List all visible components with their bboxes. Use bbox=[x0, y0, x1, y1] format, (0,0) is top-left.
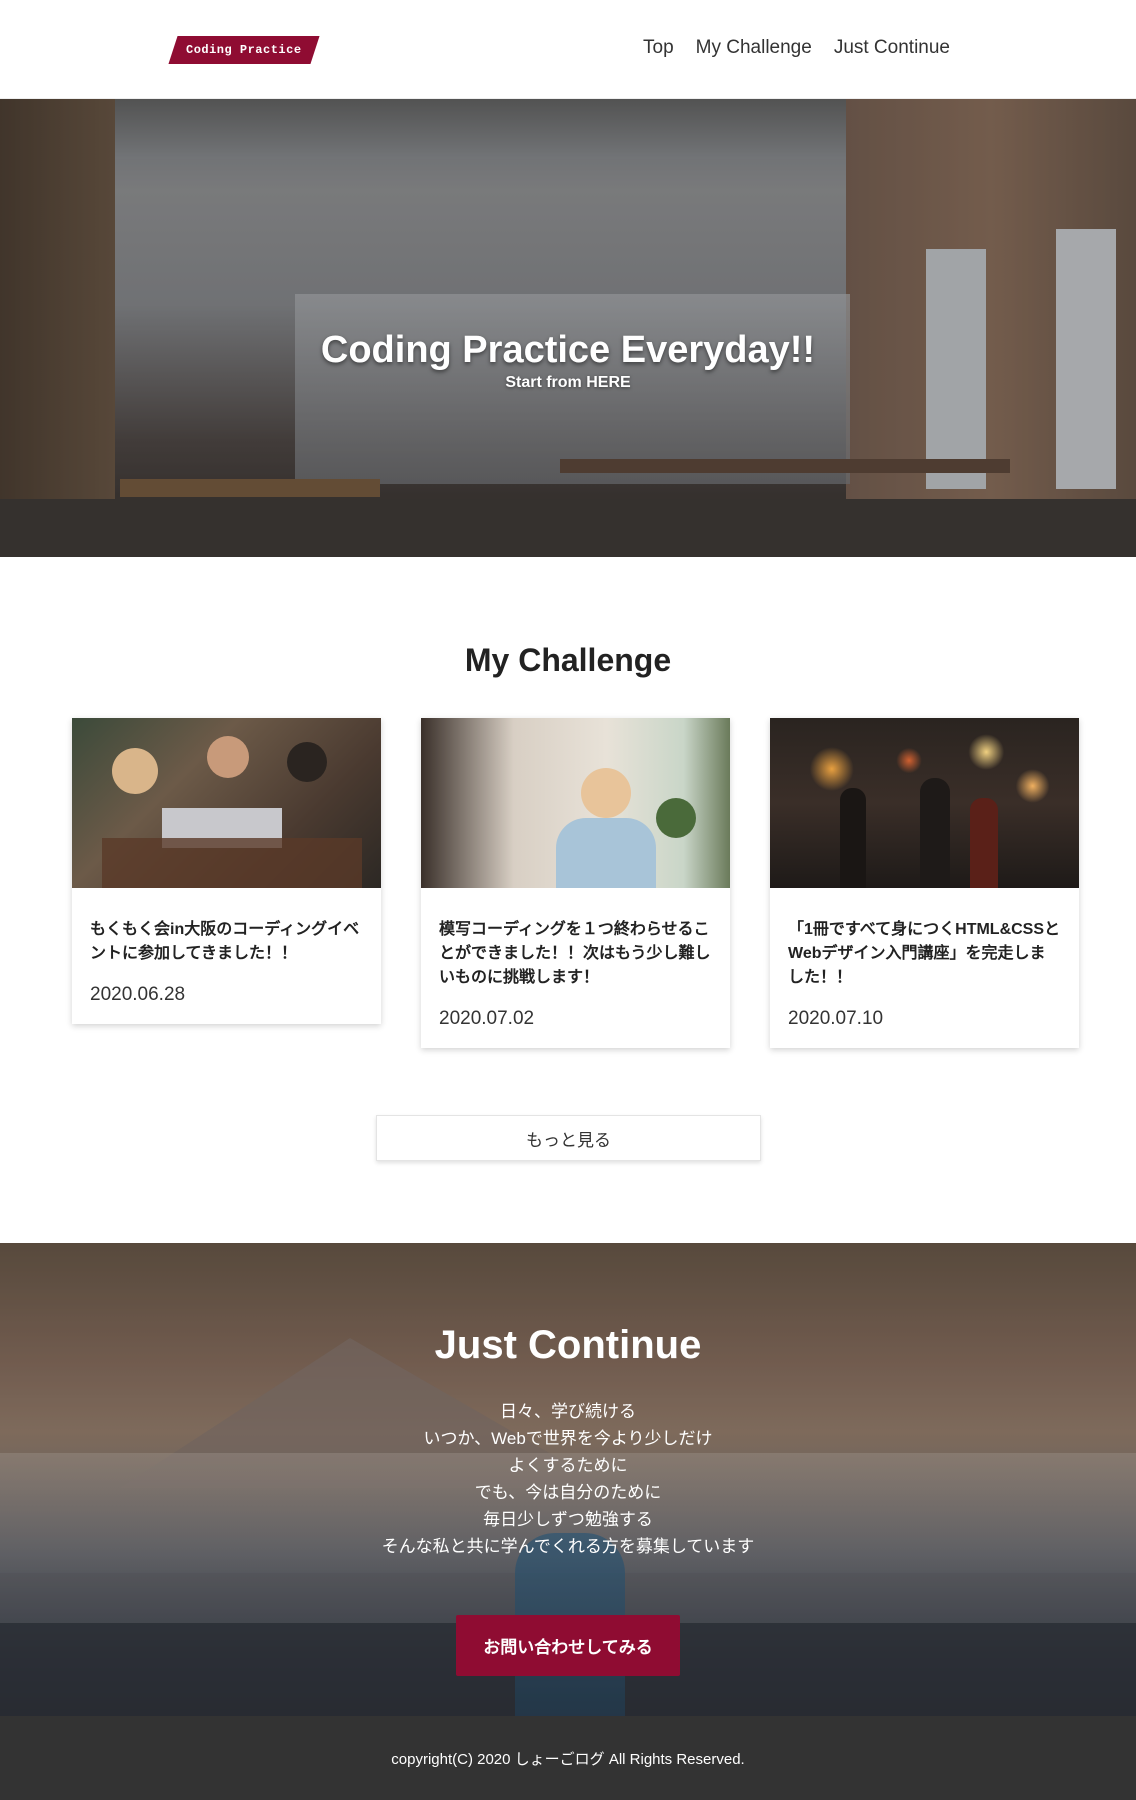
nav-top[interactable]: Top bbox=[643, 37, 674, 59]
nav-my-challenge[interactable]: My Challenge bbox=[696, 37, 812, 59]
cont-line: よくするために bbox=[508, 1456, 628, 1475]
challenge-title: My Challenge bbox=[464, 642, 672, 678]
card-image bbox=[770, 718, 1079, 888]
more-button[interactable]: もっと見る bbox=[376, 1115, 761, 1161]
card-photo-person bbox=[581, 768, 631, 818]
logo[interactable]: Coding Practice bbox=[168, 36, 320, 64]
card-photo-person bbox=[207, 736, 249, 778]
cont-line: いつか、Webで世界を今より少しだけ bbox=[423, 1429, 713, 1448]
nav-just-continue[interactable]: Just Continue bbox=[834, 37, 950, 59]
card-photo-shirt bbox=[556, 818, 656, 888]
cont-title: Just Continue bbox=[434, 1323, 702, 1367]
hero-section: Coding Practice Everyday!! Start from HE… bbox=[0, 99, 1136, 557]
card-image bbox=[72, 718, 381, 888]
card-photo-plant bbox=[656, 798, 696, 838]
copyright-text: copyright(C) 2020 しょーごログ All Rights Rese… bbox=[391, 1750, 745, 1768]
card-body: 模写コーディングを１つ終わらせることができました！！次はもう少し難しいものに挑戦… bbox=[421, 888, 730, 1048]
cont-line: 日々、学び続ける bbox=[500, 1402, 636, 1421]
hero-text: Coding Practice Everyday!! Start from HE… bbox=[0, 329, 1136, 392]
just-continue-section: Just Continue 日々、学び続ける いつか、Webで世界を今より少しだ… bbox=[0, 1243, 1136, 1716]
card-image bbox=[421, 718, 730, 888]
cont-message: 日々、学び続ける いつか、Webで世界を今より少しだけ よくするために でも、今… bbox=[0, 1398, 1136, 1560]
card-date: 2020.07.02 bbox=[439, 1008, 535, 1029]
site-footer: copyright(C) 2020 しょーごログ All Rights Rese… bbox=[0, 1716, 1136, 1800]
card-photo-silhouette bbox=[840, 788, 866, 888]
card-photo-silhouette bbox=[970, 798, 998, 888]
hero-subtitle: Start from HERE bbox=[505, 374, 631, 391]
cont-line: 毎日少しずつ勉強する bbox=[483, 1510, 653, 1529]
challenge-card[interactable]: もくもく会in大阪のコーディングイベントに参加してきました！！ 2020.06.… bbox=[72, 718, 381, 1024]
hero-overlay bbox=[0, 99, 1136, 557]
card-photo-table bbox=[102, 838, 362, 888]
card-photo-person bbox=[287, 742, 327, 782]
cont-line: そんな私と共に学んでくれる方を募集しています bbox=[381, 1537, 755, 1556]
card-date: 2020.06.28 bbox=[90, 984, 186, 1005]
card-text: 模写コーディングを１つ終わらせることができました！！次はもう少し難しいものに挑戦… bbox=[439, 921, 711, 986]
card-text: 「1冊ですべて身につくHTML&CSSとWebデザイン入門講座」を完走しました！… bbox=[788, 921, 1061, 986]
site-header: Coding Practice Top My Challenge Just Co… bbox=[0, 0, 1136, 99]
card-photo-person bbox=[112, 748, 158, 794]
card-body: もくもく会in大阪のコーディングイベントに参加してきました！！ 2020.06.… bbox=[72, 888, 381, 1024]
card-body: 「1冊ですべて身につくHTML&CSSとWebデザイン入門講座」を完走しました！… bbox=[770, 888, 1079, 1048]
challenge-card[interactable]: 模写コーディングを１つ終わらせることができました！！次はもう少し難しいものに挑戦… bbox=[421, 718, 730, 1048]
logo-text: Coding Practice bbox=[186, 43, 302, 57]
cont-line: でも、今は自分のために bbox=[474, 1483, 662, 1502]
card-date: 2020.07.10 bbox=[788, 1008, 884, 1029]
contact-button[interactable]: お問い合わせしてみる bbox=[456, 1615, 680, 1676]
card-photo-silhouette bbox=[920, 778, 950, 888]
hero-title: Coding Practice Everyday!! bbox=[320, 329, 816, 371]
card-text: もくもく会in大阪のコーディングイベントに参加してきました！！ bbox=[90, 921, 360, 962]
challenge-card[interactable]: 「1冊ですべて身につくHTML&CSSとWebデザイン入門講座」を完走しました！… bbox=[770, 718, 1079, 1048]
main-nav: Top My Challenge Just Continue bbox=[643, 37, 950, 59]
